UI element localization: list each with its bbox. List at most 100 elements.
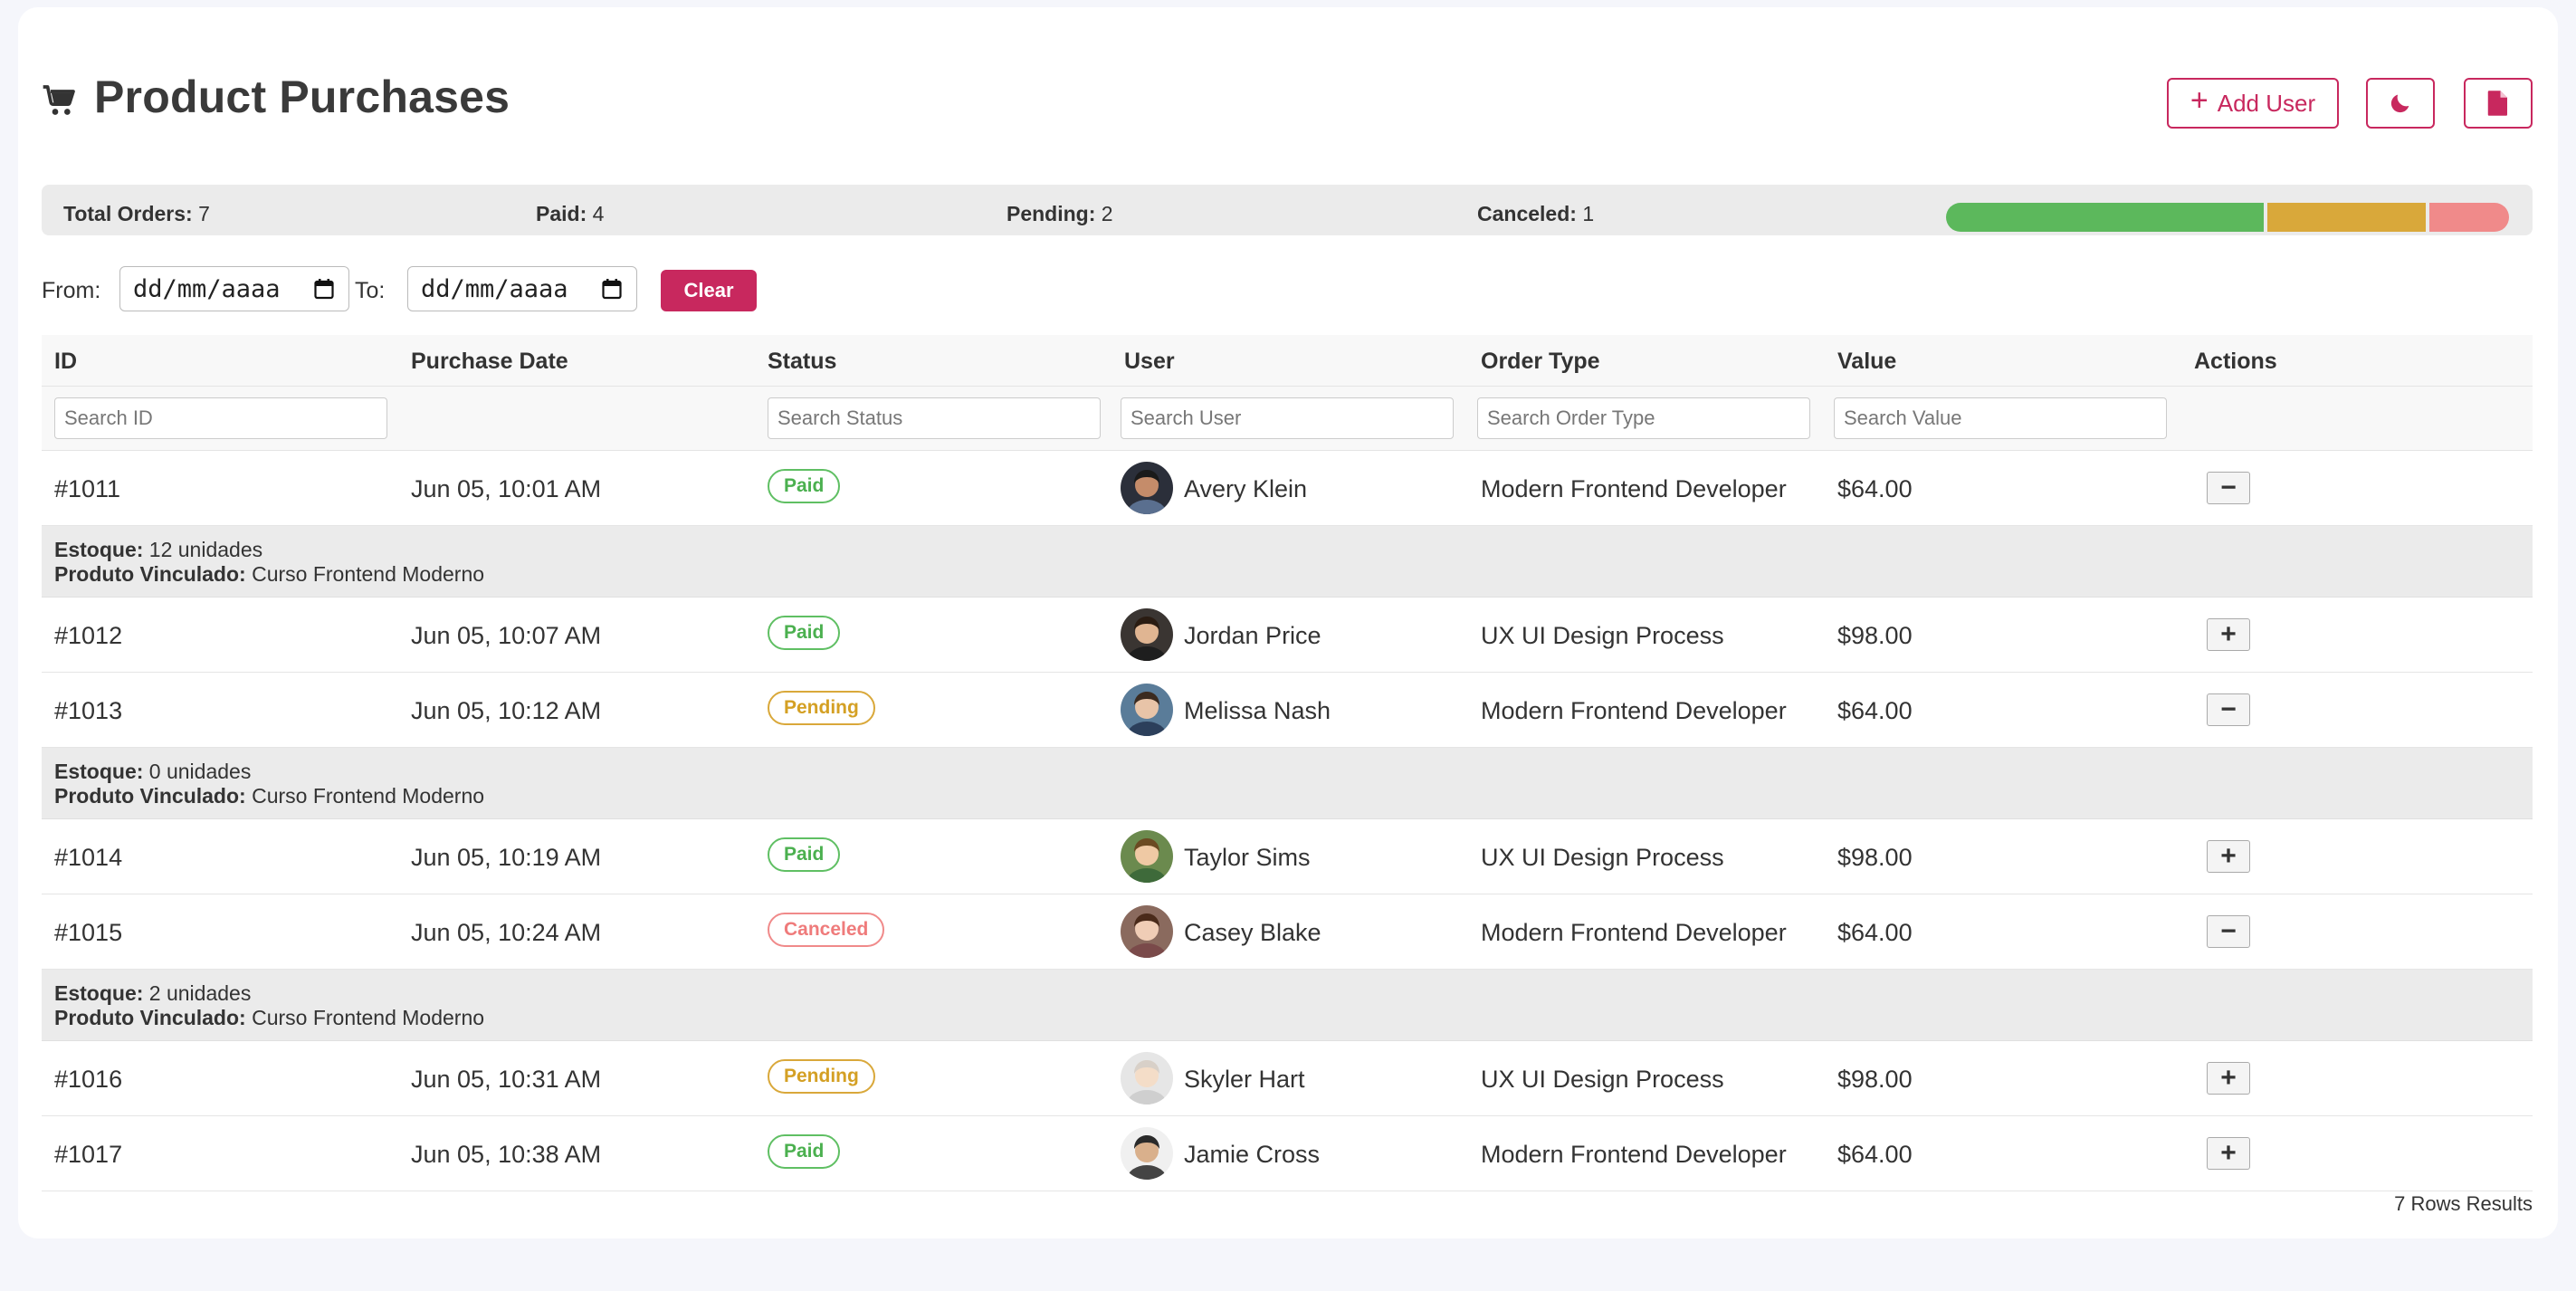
expand-row-button[interactable]: + [2207,1137,2250,1170]
to-date-input[interactable]: dd/mm/aaaa [407,266,637,311]
user-name: Casey Blake [1184,919,1321,946]
avatar [1121,1127,1173,1180]
order-value: $64.00 [1837,697,1913,724]
stock-value: 12 unidades [148,538,263,561]
stock-label: Estoque: [54,981,144,1005]
column-header-order-type[interactable]: Order Type [1481,349,1600,375]
column-header-user[interactable]: User [1124,349,1175,375]
search-user-input[interactable] [1121,397,1454,439]
user-name: Jamie Cross [1184,1141,1321,1168]
stock-line: Estoque: 12 unidades [54,538,262,562]
table-row: #1016 Jun 05, 10:31 AM Pending Skyler Hart U… [42,1041,2533,1116]
calendar-icon[interactable] [602,278,622,300]
expand-row-button[interactable]: + [2207,840,2250,873]
table-header: ID Purchase Date Status User Order Type … [42,335,2533,386]
calendar-icon[interactable] [314,278,334,300]
avatar [1121,462,1173,514]
export-document-button[interactable] [2464,78,2533,129]
status-badge: Pending [768,1059,875,1094]
from-label: From: [42,278,101,303]
linked-product-label: Produto Vinculado: [54,1006,246,1029]
order-value: $98.00 [1837,622,1913,649]
moon-icon [2390,94,2409,113]
order-id: #1012 [54,622,123,649]
status-badge: Pending [768,691,875,725]
column-header-value[interactable]: Value [1837,349,1896,375]
stock-value: 0 unidades [148,760,252,783]
stock-label: Estoque: [54,760,144,783]
search-id-input[interactable] [54,397,387,439]
status-badge: Paid [768,837,841,872]
column-header-purchase-date[interactable]: Purchase Date [411,349,568,375]
progress-segment-pending [2263,203,2427,232]
avatar [1121,608,1173,661]
collapse-row-button[interactable]: − [2207,693,2250,726]
order-id: #1015 [54,919,123,946]
order-id: #1014 [54,844,123,871]
purchases-table: ID Purchase Date Status User Order Type … [42,335,2533,1191]
linked-product-value: Curso Frontend Moderno [252,562,485,586]
user-name: Melissa Nash [1184,697,1331,724]
table-row: #1017 Jun 05, 10:38 AM Paid Jamie Cross Mode… [42,1116,2533,1191]
total-orders-value: 7 [198,202,210,225]
linked-product-value: Curso Frontend Moderno [252,784,485,808]
collapse-row-button[interactable]: − [2207,915,2250,948]
paid-stat: Paid: 4 [536,202,604,226]
column-header-status[interactable]: Status [768,349,836,375]
stock-line: Estoque: 0 unidades [54,760,251,784]
pending-label: Pending: [1007,202,1096,225]
status-badge: Canceled [768,913,885,947]
linked-product-label: Produto Vinculado: [54,784,246,808]
expand-row-button[interactable]: + [2207,1062,2250,1095]
order-summary-bar: Total Orders: 7 Paid: 4 Pending: 2 Cance… [42,185,2533,235]
order-value: $64.00 [1837,1141,1913,1168]
purchase-date: Jun 05, 10:31 AM [411,1066,602,1093]
collapse-row-button[interactable]: − [2207,472,2250,504]
column-header-actions: Actions [2194,349,2277,374]
to-date-value: dd/mm/aaaa [421,274,568,303]
row-detail-panel: Estoque: 2 unidades Produto Vinculado: Cu… [42,970,2533,1041]
order-id: #1011 [54,475,121,502]
clear-button[interactable]: Clear [661,270,757,311]
row-detail-panel: Estoque: 12 unidades Produto Vinculado: C… [42,526,2533,598]
order-type: Modern Frontend Developer [1481,697,1787,724]
plus-icon: + [2190,83,2209,118]
purchase-date: Jun 05, 10:38 AM [411,1141,602,1168]
purchase-date: Jun 05, 10:12 AM [411,697,602,724]
table-row: #1013 Jun 05, 10:12 AM Pending Melissa Nash… [42,673,2533,748]
canceled-value: 1 [1582,202,1595,225]
linked-product-label: Produto Vinculado: [54,562,246,586]
user-name: Skyler Hart [1184,1066,1305,1093]
row-count: 7 Rows Results [2394,1192,2533,1215]
document-icon [2487,91,2507,116]
purchase-date: Jun 05, 10:19 AM [411,844,602,871]
total-orders-label: Total Orders: [63,202,193,225]
canceled-label: Canceled: [1477,202,1577,225]
search-status-input[interactable] [768,397,1101,439]
status-badge: Paid [768,616,841,650]
expand-row-button[interactable]: + [2207,618,2250,651]
from-date-input[interactable]: dd/mm/aaaa [119,266,349,311]
table-row: #1011 Jun 05, 10:01 AM Paid Avery Klein Mode… [42,451,2533,526]
user-name: Avery Klein [1184,475,1308,502]
order-type: Modern Frontend Developer [1481,919,1787,946]
search-order-type-input[interactable] [1477,397,1810,439]
order-type: UX UI Design Process [1481,622,1724,649]
search-value-input[interactable] [1834,397,2167,439]
order-value: $98.00 [1837,844,1913,871]
linked-product-line: Produto Vinculado: Curso Frontend Modern… [54,1006,484,1030]
stock-label: Estoque: [54,538,144,561]
to-label: To: [355,278,386,303]
add-user-button[interactable]: + Add User [2167,78,2339,129]
order-id: #1016 [54,1066,123,1093]
progress-segment-paid [1946,203,2264,232]
column-header-id[interactable]: ID [54,349,77,375]
main-card: Product Purchases + Add User Total Order… [18,7,2558,1238]
order-id: #1017 [54,1141,123,1168]
table-row: #1015 Jun 05, 10:24 AM Canceled Casey Blake… [42,894,2533,970]
theme-toggle-button[interactable] [2366,78,2435,129]
order-type: UX UI Design Process [1481,1066,1724,1093]
avatar [1121,684,1173,736]
user-name: Jordan Price [1184,622,1321,649]
pending-stat: Pending: 2 [1007,202,1113,226]
